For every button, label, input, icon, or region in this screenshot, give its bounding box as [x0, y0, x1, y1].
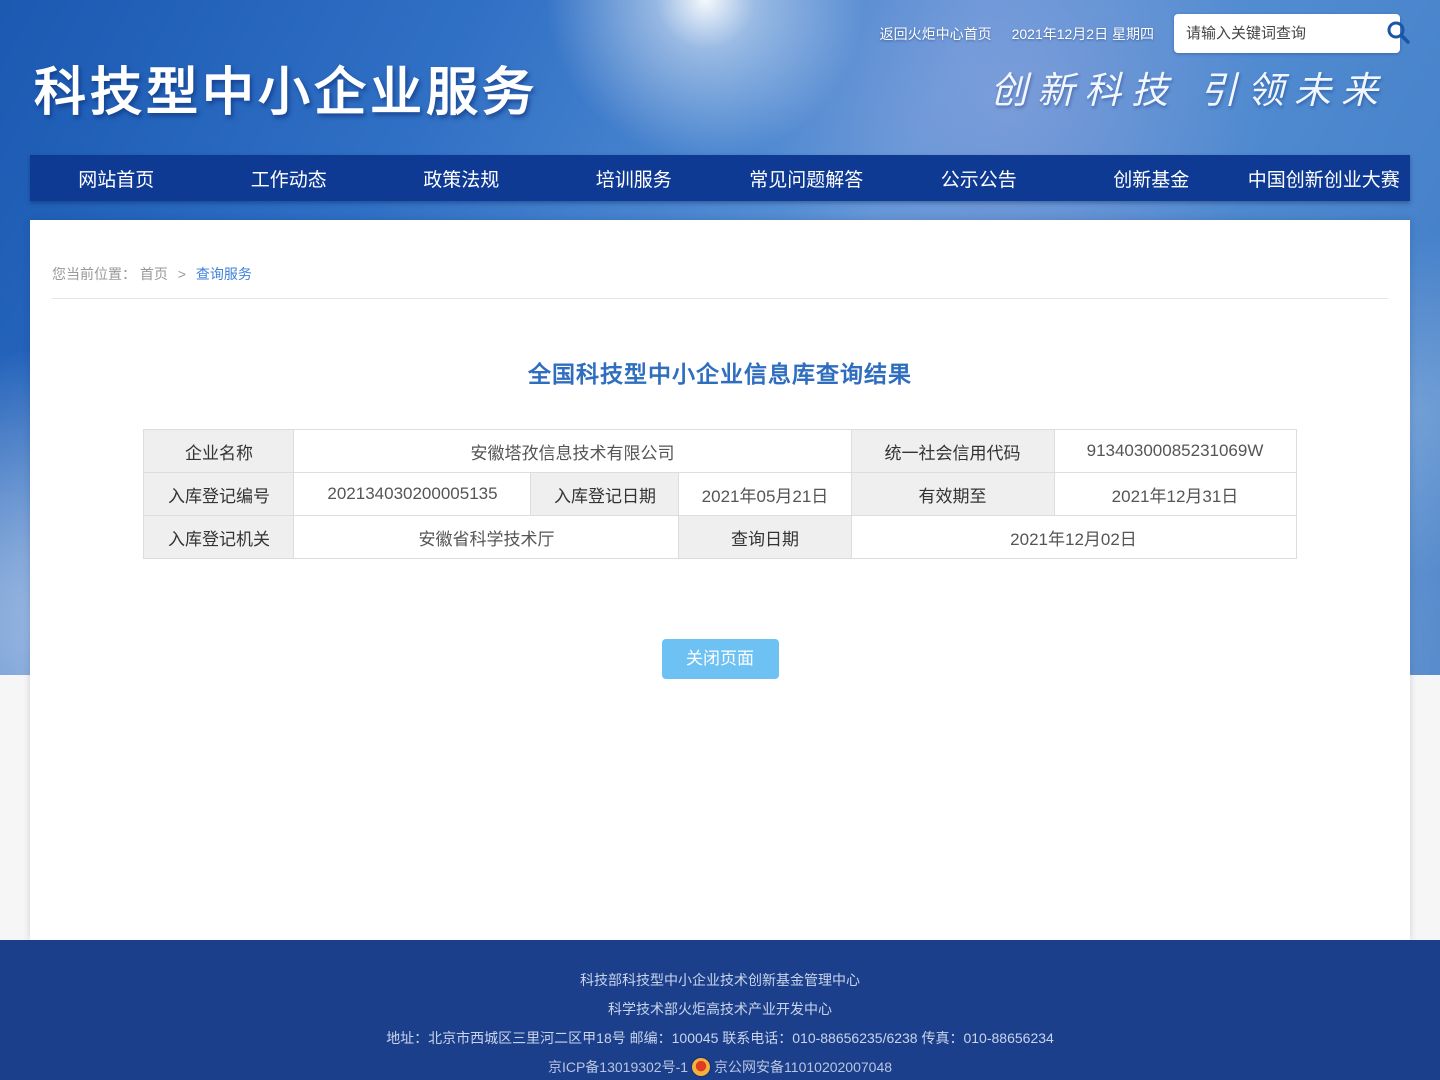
label-credit-code: 统一社会信用代码 — [851, 430, 1054, 473]
content-panel: 您当前位置： 首页 > 查询服务 全国科技型中小企业信息库查询结果 企业名称 安… — [30, 220, 1410, 940]
value-valid-until: 2021年12月31日 — [1054, 473, 1296, 516]
value-registration-authority: 安徽省科学技术厅 — [294, 516, 679, 559]
main-navigation: 网站首页 工作动态 政策法规 培训服务 常见问题解答 公示公告 创新基金 中国创… — [30, 155, 1410, 201]
nav-item-innovation-fund[interactable]: 创新基金 — [1065, 155, 1238, 201]
breadcrumb-prefix: 您当前位置： — [52, 266, 136, 282]
label-company-name: 企业名称 — [144, 430, 294, 473]
search-box[interactable] — [1174, 14, 1400, 53]
label-valid-until: 有效期至 — [851, 473, 1054, 516]
label-query-date: 查询日期 — [679, 516, 851, 559]
public-security-badge-icon — [692, 1058, 710, 1076]
footer-icp-line: 京ICP备13019302号-1 京公网安备11010202007048 — [548, 1057, 892, 1077]
nav-item-work-updates[interactable]: 工作动态 — [203, 155, 376, 201]
close-page-button[interactable]: 关闭页面 — [662, 639, 779, 679]
search-icon — [1385, 19, 1411, 48]
value-company-name: 安徽塔孜信息技术有限公司 — [294, 430, 851, 473]
value-registration-number: 202134030200005135 — [294, 473, 531, 516]
close-button-row: 关闭页面 — [30, 639, 1410, 679]
search-button[interactable] — [1385, 19, 1411, 49]
footer-org-line2: 科学技术部火炬高技术产业开发中心 — [608, 999, 832, 1019]
nav-item-announcements[interactable]: 公示公告 — [893, 155, 1066, 201]
footer-org-line1: 科技部科技型中小企业技术创新基金管理中心 — [580, 970, 860, 990]
page-footer: 科技部科技型中小企业技术创新基金管理中心 科学技术部火炬高技术产业开发中心 地址… — [0, 940, 1440, 1080]
nav-item-policies[interactable]: 政策法规 — [375, 155, 548, 201]
back-to-torch-center-link[interactable]: 返回火炬中心首页 — [880, 24, 992, 44]
current-date-text: 2021年12月2日 星期四 — [1012, 24, 1154, 44]
table-row: 入库登记机关 安徽省科学技术厅 查询日期 2021年12月02日 — [144, 516, 1296, 559]
footer-address-line: 地址：北京市西城区三里河二区甲18号 邮编：100045 联系电话：010-88… — [386, 1028, 1054, 1048]
site-slogan: 创新科技 引领未来 — [990, 60, 1388, 114]
nav-item-innovation-contest[interactable]: 中国创新创业大赛 — [1238, 155, 1411, 201]
label-registration-date: 入库登记日期 — [531, 473, 679, 516]
top-bar: 返回火炬中心首页 2021年12月2日 星期四 — [880, 14, 1400, 53]
value-credit-code: 91340300085231069W — [1054, 430, 1296, 473]
breadcrumb-current-link[interactable]: 查询服务 — [196, 266, 252, 282]
icp-license-link[interactable]: 京ICP备13019302号-1 — [548, 1057, 688, 1077]
breadcrumb: 您当前位置： 首页 > 查询服务 — [52, 220, 1388, 299]
nav-item-training[interactable]: 培训服务 — [548, 155, 721, 201]
table-row: 入库登记编号 202134030200005135 入库登记日期 2021年05… — [144, 473, 1296, 516]
table-row: 企业名称 安徽塔孜信息技术有限公司 统一社会信用代码 9134030008523… — [144, 430, 1296, 473]
breadcrumb-separator: > — [178, 266, 186, 282]
value-registration-date: 2021年05月21日 — [679, 473, 851, 516]
public-security-record-link[interactable]: 京公网安备11010202007048 — [714, 1057, 892, 1077]
search-input[interactable] — [1186, 25, 1385, 42]
query-result-table: 企业名称 安徽塔孜信息技术有限公司 统一社会信用代码 9134030008523… — [143, 429, 1296, 559]
breadcrumb-home-link[interactable]: 首页 — [140, 266, 168, 282]
label-registration-number: 入库登记编号 — [144, 473, 294, 516]
value-query-date: 2021年12月02日 — [851, 516, 1296, 559]
site-logo-title: 科技型中小企业服务 — [34, 50, 538, 125]
nav-item-faq[interactable]: 常见问题解答 — [720, 155, 893, 201]
nav-item-home[interactable]: 网站首页 — [30, 155, 203, 201]
label-registration-authority: 入库登记机关 — [144, 516, 294, 559]
query-result-title: 全国科技型中小企业信息库查询结果 — [30, 355, 1410, 389]
